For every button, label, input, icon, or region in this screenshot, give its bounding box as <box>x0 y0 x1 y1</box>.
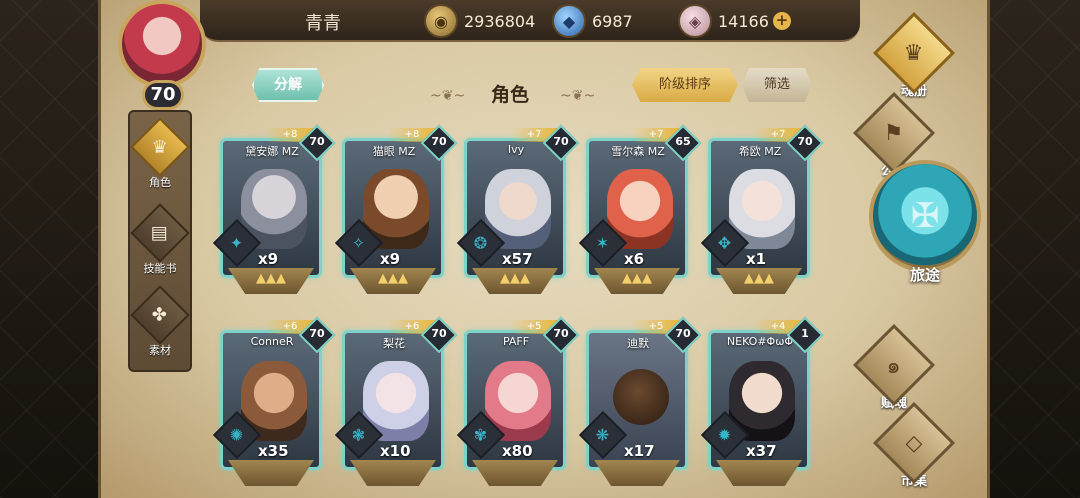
character-card[interactable]: 黛安娜 MZ +8 70 ✦ x9 ▲▲▲ <box>212 124 336 298</box>
card-base <box>594 460 680 486</box>
character-count: x35 <box>258 442 289 460</box>
filter-button[interactable]: 筛选 <box>742 68 812 102</box>
card-base <box>350 460 436 486</box>
character-card[interactable]: ConneR +6 70 ✺ x35 <box>212 316 336 490</box>
helmet-icon: ♛ <box>151 136 169 158</box>
nav-soulbook[interactable]: ♛ 魂册 <box>872 11 956 99</box>
blue-crystal-icon: ◆ <box>552 4 586 38</box>
card-base <box>228 460 314 486</box>
character-grid: 黛安娜 MZ +8 70 ✦ x9 ▲▲▲ 猫眼 MZ +8 70 ✧ x9 ▲… <box>212 124 830 486</box>
add-gem-button[interactable]: + <box>772 12 791 30</box>
card-base: ▲▲▲ <box>472 268 558 294</box>
character-card[interactable]: 猫眼 MZ +8 70 ✧ x9 ▲▲▲ <box>334 124 458 298</box>
character-count: x10 <box>380 442 411 460</box>
character-count: x80 <box>502 442 533 460</box>
character-level: 70 <box>309 135 325 148</box>
left-background <box>0 0 110 498</box>
character-level: 65 <box>675 135 691 148</box>
character-card[interactable]: 雪尔森 MZ +7 65 ✶ x6 ▲▲▲ <box>578 124 702 298</box>
character-level: 70 <box>797 135 813 148</box>
sidebar-item-skillbook[interactable]: ▤ 技能书 <box>130 203 190 276</box>
book-icon: ▤ <box>151 222 169 244</box>
character-card[interactable]: Ivy +7 70 ❂ x57 ▲▲▲ <box>456 124 580 298</box>
avatar[interactable] <box>118 0 206 88</box>
nav-market[interactable]: ◇ 市集 <box>872 401 956 489</box>
journey-crest-icon: ✠ <box>869 160 981 272</box>
character-count: x37 <box>746 442 777 460</box>
card-base <box>472 460 558 486</box>
gold-value: 2936804 <box>464 11 536 31</box>
card-base <box>716 460 802 486</box>
character-level: 70 <box>431 327 447 340</box>
gem-value: 14166 <box>718 11 769 31</box>
character-count: x6 <box>624 250 645 268</box>
character-count: x57 <box>502 250 533 268</box>
guild-flag-icon: ⚑ <box>884 120 904 146</box>
card-base: ▲▲▲ <box>594 268 680 294</box>
character-card[interactable]: NEKO#ΦωΦ +4 1 ✹ x37 <box>700 316 824 490</box>
title-ornament-right: ~❦~ <box>560 88 596 104</box>
crystal-currency: ◆ 6987 <box>552 4 633 38</box>
card-base: ▲▲▲ <box>350 268 436 294</box>
gem-icon: ◇ <box>905 430 923 456</box>
nav-journey[interactable]: ✠ 旅途 <box>866 160 984 310</box>
helmet-icon: ♛ <box>904 40 924 66</box>
character-count: x1 <box>746 250 767 268</box>
character-level: 70 <box>553 327 569 340</box>
card-base: ▲▲▲ <box>716 268 802 294</box>
character-card[interactable]: 迪默 +5 70 ❋ x17 <box>578 316 702 490</box>
character-count: x17 <box>624 442 655 460</box>
character-level: 70 <box>675 327 691 340</box>
character-count: x9 <box>380 250 401 268</box>
player-name: 青青 <box>305 13 341 34</box>
gem-currency: ◈ 14166 + <box>678 4 791 38</box>
gold-currency: ◉ 2936804 <box>424 4 535 38</box>
character-level: 70 <box>553 135 569 148</box>
player-avatar-frame[interactable]: 70 <box>104 0 220 112</box>
pink-gem-icon: ◈ <box>678 4 712 38</box>
character-card[interactable]: PAFF +5 70 ✾ x80 <box>456 316 580 490</box>
nav-soul[interactable]: ๑ 赋魂 <box>852 323 936 411</box>
sidebar-item-material[interactable]: ✤ 素材 <box>130 285 190 358</box>
character-count: x9 <box>258 250 279 268</box>
character-level: 70 <box>309 327 325 340</box>
swirl-icon: ๑ <box>887 353 901 379</box>
material-icon: ✤ <box>152 304 168 326</box>
crystal-value: 6987 <box>592 11 633 31</box>
card-base: ▲▲▲ <box>228 268 314 294</box>
sort-button[interactable]: 阶级排序 <box>632 68 738 102</box>
character-card[interactable]: 梨花 +6 70 ❃ x10 <box>334 316 458 490</box>
character-level: 70 <box>431 135 447 148</box>
decompose-button[interactable]: 分解 <box>252 68 324 102</box>
category-sidebar: ♛ 角色 ▤ 技能书 ✤ 素材 <box>128 110 192 372</box>
sidebar-item-character[interactable]: ♛ 角色 <box>130 117 190 190</box>
gold-coin-icon: ◉ <box>424 4 458 38</box>
character-card[interactable]: 希欧 MZ +7 70 ✥ x1 ▲▲▲ <box>700 124 824 298</box>
nav-label: 旅途 <box>909 266 940 284</box>
player-level: 70 <box>142 80 184 110</box>
character-level: 1 <box>801 327 809 340</box>
